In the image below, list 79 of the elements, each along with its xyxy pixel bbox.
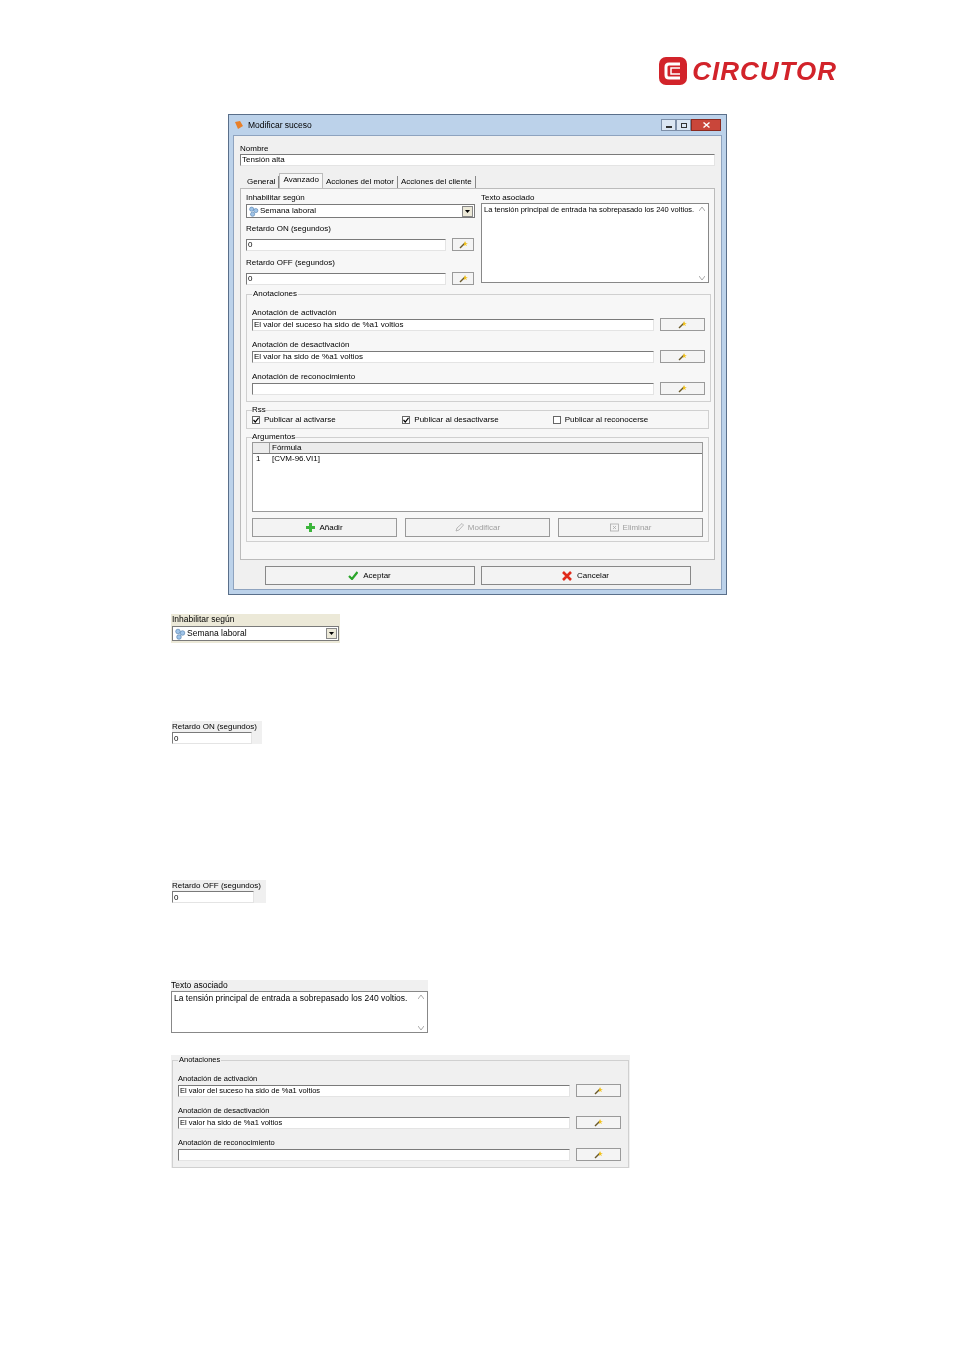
wizard-button[interactable] xyxy=(576,1116,621,1129)
text-field[interactable] xyxy=(252,382,654,395)
close-button[interactable] xyxy=(691,119,721,131)
checkbox-label: Publicar al reconocerse xyxy=(564,415,649,425)
dialog-button[interactable]: Aceptar xyxy=(264,566,475,585)
field-label: Anotación de activación xyxy=(252,308,338,318)
schedule-dropdown[interactable]: Semana laboral xyxy=(246,204,475,218)
minimize-icon xyxy=(665,126,672,128)
text-field[interactable]: 0 xyxy=(172,891,254,903)
group-icon xyxy=(248,205,259,217)
schedule-dropdown[interactable]: Semana laboral xyxy=(172,626,339,641)
company-logo: CIRCUTOR xyxy=(658,55,837,86)
wand-icon xyxy=(678,352,687,361)
checkbox[interactable] xyxy=(252,416,260,424)
wizard-button[interactable] xyxy=(452,238,474,251)
field-label: Inhabilitar según xyxy=(246,193,306,203)
app-icon xyxy=(234,120,244,130)
field-label: Inhabilitar según xyxy=(171,614,340,626)
table-header: Fórmula xyxy=(271,443,303,453)
group-title: Rss xyxy=(252,405,266,415)
field-label: Anotación de reconocimiento xyxy=(252,372,357,382)
caret-icon xyxy=(465,209,470,213)
maximize-button[interactable] xyxy=(676,119,691,131)
plus-icon xyxy=(306,523,316,532)
text-field[interactable]: 0 xyxy=(246,238,446,251)
checkbox[interactable] xyxy=(552,416,561,424)
wand-icon xyxy=(678,320,687,329)
check-icon xyxy=(253,417,259,423)
wizard-button[interactable] xyxy=(660,318,705,331)
delete-icon xyxy=(609,523,619,532)
wand-icon xyxy=(594,1150,603,1159)
text-field[interactable]: El valor del suceso ha sido de %a1 voltios xyxy=(252,318,654,331)
logo-mark-icon xyxy=(658,55,689,86)
group-title: Anotaciones xyxy=(252,289,299,299)
text-field[interactable]: 0 xyxy=(172,732,252,744)
checkbox-label: Publicar al activarse xyxy=(264,415,336,425)
wizard-button[interactable] xyxy=(660,382,705,395)
checkbox-label: Publicar al desactivarse xyxy=(414,415,499,425)
field-label: Retardo ON (segundos) xyxy=(246,224,332,234)
group-icon xyxy=(174,627,186,640)
check-icon xyxy=(403,417,410,423)
checkbox[interactable] xyxy=(402,416,411,424)
dropdown-button[interactable] xyxy=(462,205,473,217)
wand-icon xyxy=(594,1118,603,1127)
field-label: Anotación de desactivación xyxy=(252,340,351,350)
table-cell-text: [CVM-96.VI1] xyxy=(271,454,320,465)
field-label: Retardo OFF (segundos) xyxy=(246,258,336,268)
field-label: Texto asociado xyxy=(171,980,229,991)
field-label: Nombre xyxy=(240,144,270,154)
window-title: Modificar suceso xyxy=(248,120,312,130)
dropdown-button[interactable] xyxy=(326,628,337,639)
dialog-button[interactable]: Cancelar xyxy=(480,566,691,585)
text-area[interactable]: La tensión principal de entrada a sobrepasado los 240 voltios. xyxy=(171,991,428,1033)
wand-icon xyxy=(678,384,687,393)
text-field[interactable]: Tensión alta xyxy=(240,154,715,166)
minimize-button[interactable] xyxy=(661,119,676,131)
field-label: Texto asociado xyxy=(481,193,536,203)
table-cell-text: 1 xyxy=(255,454,262,465)
wand-icon xyxy=(458,240,468,249)
text-field[interactable] xyxy=(178,1148,570,1161)
cross-icon xyxy=(562,570,572,581)
group-title: Argumentos xyxy=(252,432,296,442)
wizard-button[interactable] xyxy=(576,1084,621,1097)
wizard-button[interactable] xyxy=(452,272,474,285)
field-label: Retardo OFF (segundos) xyxy=(172,880,262,891)
text-field[interactable]: El valor ha sido de %a1 voltios xyxy=(252,350,654,363)
close-icon xyxy=(702,122,710,128)
caret-icon xyxy=(329,632,334,635)
action-button[interactable]: Añadir xyxy=(252,518,397,537)
wand-icon xyxy=(458,274,468,283)
wizard-button[interactable] xyxy=(576,1148,621,1161)
field-label: Retardo ON (segundos) xyxy=(172,721,258,732)
tab[interactable]: Avanzado xyxy=(279,173,323,188)
wand-icon xyxy=(594,1086,603,1095)
pencil-icon xyxy=(454,523,464,532)
maximize-icon xyxy=(680,122,687,128)
check-icon xyxy=(348,571,359,580)
text-field[interactable]: 0 xyxy=(246,272,446,285)
wizard-button[interactable] xyxy=(660,350,705,363)
